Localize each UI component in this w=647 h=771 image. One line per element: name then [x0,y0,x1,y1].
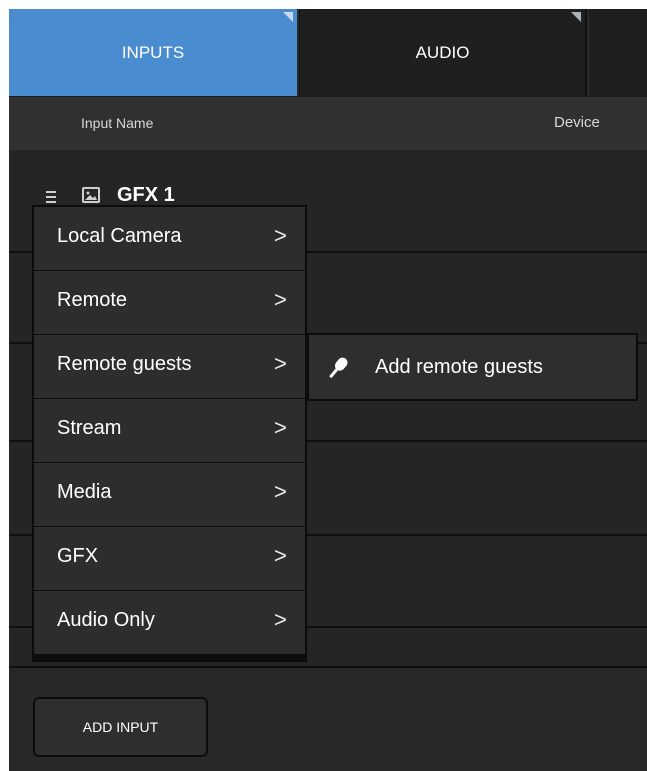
chevron-right-icon: > [274,287,287,312]
column-input-name: Input Name [81,115,154,131]
menu-item-label: Remote [57,289,128,311]
submenu-add-remote-guests[interactable]: Add remote guests [307,333,638,401]
chevron-right-icon: > [274,415,287,440]
tab-audio[interactable]: AUDIO [299,9,587,96]
add-input-button[interactable]: ADD INPUT [33,697,208,757]
add-input-menu: Local Camera > Remote > Remote guests > … [32,205,307,662]
menu-item-label: GFX [57,545,99,567]
tab-inputs[interactable]: INPUTS [9,9,297,96]
menu-item-gfx[interactable]: GFX > [34,527,305,590]
microphone-icon [329,357,348,379]
tab-overflow[interactable] [589,9,647,96]
tab-corner-icon [571,12,581,22]
chevron-right-icon: > [274,223,287,248]
submenu-label: Add remote guests [375,356,543,378]
chevron-right-icon: > [274,479,287,504]
menu-item-label: Media [57,481,112,503]
tab-inputs-label: INPUTS [121,42,185,62]
menu-item-label: Remote guests [57,353,192,375]
menu-item-label: Local Camera [57,225,182,247]
chevron-right-icon: > [274,543,287,568]
menu-item-remote-guests[interactable]: Remote guests > [34,335,305,398]
menu-item-remote[interactable]: Remote > [34,271,305,334]
column-device: Device [554,114,600,131]
menu-item-stream[interactable]: Stream > [34,399,305,462]
column-header: Input Name Device [9,97,647,150]
menu-item-label: Audio Only [57,609,155,631]
drag-handle-icon[interactable] [46,191,56,203]
tab-corner-icon [283,12,293,22]
menu-item-local-camera[interactable]: Local Camera > [34,207,305,270]
tab-bar: INPUTS AUDIO [9,9,647,97]
menu-item-label: Stream [57,417,122,439]
chevron-right-icon: > [274,607,287,632]
chevron-right-icon: > [274,351,287,376]
menu-item-media[interactable]: Media > [34,463,305,526]
menu-item-audio-only[interactable]: Audio Only > [34,591,305,654]
input-name-gfx-1[interactable]: GFX 1 [117,184,175,207]
image-icon [82,187,100,203]
panel-footer: ADD INPUT [9,666,647,771]
tab-audio-label: AUDIO [415,42,470,62]
